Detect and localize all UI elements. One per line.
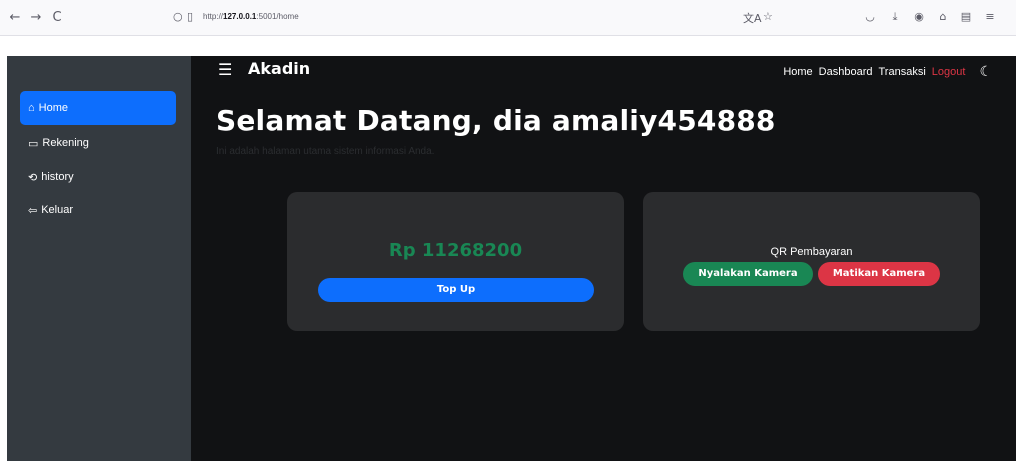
bookmark-star-icon[interactable]: ☆ — [763, 10, 773, 23]
camera-off-button[interactable]: Matikan Kamera — [818, 262, 940, 286]
sidebar-item-keluar[interactable]: ⇦ Keluar — [20, 193, 176, 227]
nav-link-logout[interactable]: Logout — [932, 66, 966, 78]
account-icon[interactable]: ◉ — [911, 10, 927, 23]
home-icon: ⌂ — [28, 102, 35, 114]
reload-icon[interactable]: C — [48, 9, 66, 27]
pocket-icon[interactable]: ◡ — [862, 10, 878, 23]
camera-on-button[interactable]: Nyalakan Kamera — [683, 262, 813, 286]
sidebar-item-label: Rekening — [42, 137, 89, 149]
url-text: http://127.0.0.1:5001/home — [203, 12, 299, 21]
top-navbar: ☰ Akadin Home Dashboard Transaksi Logout… — [191, 56, 1016, 84]
sidebar-item-label: history — [41, 171, 74, 183]
back-arrow-icon[interactable]: ← — [6, 9, 24, 27]
browser-toolbar: ← → C ○ ▯ http://127.0.0.1:5001/home 文A … — [0, 0, 1016, 36]
qr-card: QR Pembayaran Nyalakan Kamera Matikan Ka… — [643, 192, 980, 331]
page-title: Selamat Datang, dia amaliy454888 — [216, 104, 776, 137]
sidebar-item-history[interactable]: ⟲ history — [20, 160, 176, 194]
url-path: :5001/home — [256, 12, 299, 21]
url-prefix: http:// — [203, 12, 224, 21]
nav-link-transaksi[interactable]: Transaksi — [879, 66, 926, 78]
sidebar-item-label: Keluar — [41, 204, 74, 216]
extensions-icon[interactable]: ⌂ — [935, 10, 951, 23]
balance-amount: Rp 11268200 — [388, 240, 523, 261]
sidebar: ⌂ Home ▭ Rekening ⟲ history ⇦ Keluar — [7, 56, 191, 461]
card-icon: ▭ — [28, 137, 39, 150]
moon-icon[interactable]: ☾ — [979, 63, 992, 80]
qr-label: QR Pembayaran — [770, 246, 853, 258]
page-icon: ▯ — [187, 10, 194, 23]
forward-arrow-icon[interactable]: → — [27, 9, 45, 27]
nav-link-dashboard[interactable]: Dashboard — [819, 66, 873, 78]
address-bar[interactable]: ○ ▯ http://127.0.0.1:5001/home 文A ☆ — [165, 6, 785, 30]
menu-icon[interactable]: ≡ — [982, 10, 998, 23]
history-icon: ⟲ — [28, 171, 38, 184]
sidebar-item-home[interactable]: ⌂ Home — [20, 91, 176, 125]
hamburger-menu-icon[interactable]: ☰ — [218, 60, 232, 79]
balance-card: Rp 11268200 Top Up — [287, 192, 624, 331]
nav-link-home[interactable]: Home — [783, 66, 812, 78]
url-host: 127.0.0.1 — [223, 12, 257, 21]
sidebar-item-label: Home — [38, 102, 68, 114]
logout-icon: ⇦ — [28, 204, 38, 217]
translate-icon[interactable]: 文A — [743, 10, 762, 26]
page: ⌂ Home ▭ Rekening ⟲ history ⇦ Keluar ☰ A… — [7, 56, 1016, 461]
nav-links: Home Dashboard Transaksi Logout ☾ — [783, 63, 992, 80]
top-up-button[interactable]: Top Up — [318, 278, 594, 302]
download-icon[interactable]: ⤓ — [887, 10, 903, 24]
shield-icon: ○ — [173, 10, 183, 23]
page-subtitle: Ini adalah halaman utama sistem informas… — [216, 146, 435, 157]
sidebar-item-rekening[interactable]: ▭ Rekening — [20, 126, 176, 160]
sidebar-toggle-icon[interactable]: ▤ — [958, 10, 974, 23]
brand-logo[interactable]: Akadin — [248, 59, 310, 78]
